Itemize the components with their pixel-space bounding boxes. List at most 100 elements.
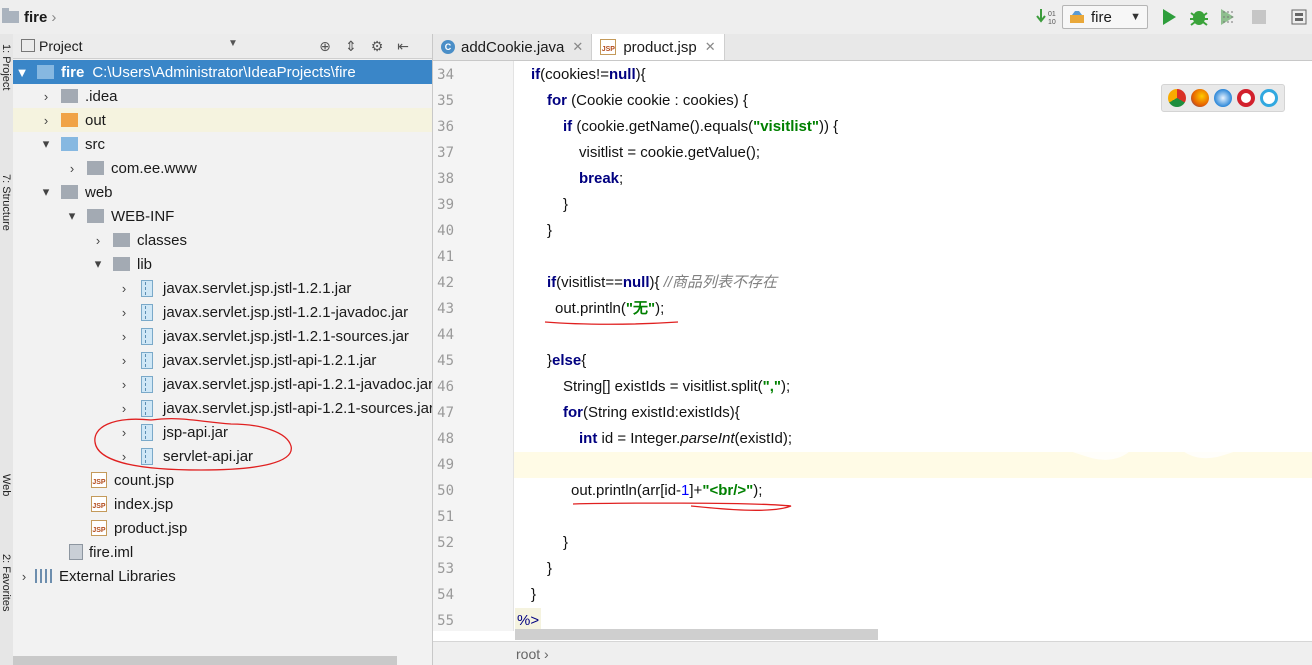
hide-panel-icon[interactable]: ⇤ (393, 37, 413, 55)
chevron-right-icon[interactable]: › (39, 113, 53, 128)
tree-item-product-jsp[interactable]: JSP product.jsp (13, 516, 432, 540)
package-icon (87, 161, 104, 175)
code-line-48[interactable]: int id = Integer.parseInt(existId); (579, 426, 792, 452)
coverage-icon[interactable] (1216, 4, 1242, 30)
jsp-file-icon: JSP (91, 520, 107, 536)
code-line-40[interactable]: } (547, 218, 552, 244)
chevron-right-icon[interactable]: › (117, 377, 131, 392)
code-editor: C addCookie.java ✕ JSP product.jsp ✕ 34 … (433, 34, 1312, 665)
svg-text:01: 01 (1048, 11, 1056, 18)
code-token: ); (655, 300, 665, 317)
chevron-right-icon[interactable]: › (117, 329, 131, 344)
chevron-down-icon[interactable]: ▾ (65, 208, 79, 224)
jsp-file-icon: JSP (91, 496, 107, 512)
chevron-down-icon[interactable]: ▾ (39, 136, 53, 152)
web-tool-tab[interactable]: Web (0, 474, 12, 496)
chevron-right-icon[interactable]: › (91, 233, 105, 248)
code-line-38[interactable]: break; (579, 166, 623, 192)
code-line-36[interactable]: if (cookie.getName().equals("visitlist")… (563, 114, 838, 140)
code-token: //商品列表不存在 (663, 274, 778, 291)
line-number: 46 (437, 379, 454, 395)
tree-item-out[interactable]: › out (13, 108, 432, 132)
code-line-46[interactable]: String[] existIds = visitlist.split(",")… (563, 374, 790, 400)
editor-horizontal-scrollbar[interactable] (515, 629, 878, 640)
settings-gear-icon[interactable]: ⚙ (367, 37, 387, 55)
code-token: "<br/>" (702, 482, 754, 499)
run-icon[interactable] (1156, 4, 1182, 30)
code-line-47[interactable]: for(String existId:existIds){ (563, 400, 740, 426)
code-token: { (581, 352, 587, 369)
code-line-52[interactable]: } (563, 530, 568, 556)
tree-item-label: fire (61, 63, 85, 81)
project-tool-tab[interactable]: 1: Project (0, 44, 12, 90)
tree-item-label: External Libraries (59, 567, 176, 585)
chrome-icon[interactable] (1168, 89, 1187, 107)
breadcrumb-root[interactable]: root › (516, 646, 549, 662)
code-line-53[interactable]: } (547, 556, 552, 582)
tree-item-jar[interactable]: › javax.servlet.jsp.jstl-api-1.2.1-javad… (13, 372, 432, 396)
scroll-from-source-icon[interactable]: ⊕ (315, 37, 335, 55)
run-configuration-select[interactable]: fire ▼ (1062, 5, 1148, 29)
firefox-icon[interactable] (1191, 89, 1210, 107)
structure-tool-tab[interactable]: 7: Structure (0, 174, 12, 231)
favorites-tool-tab[interactable]: 2: Favorites (0, 554, 12, 611)
tree-item-jar[interactable]: › javax.servlet.jsp.jstl-1.2.1-javadoc.j… (13, 300, 432, 324)
tree-item-jar[interactable]: › javax.servlet.jsp.jstl-1.2.1.jar (13, 276, 432, 300)
chevron-down-icon[interactable]: ▼ (15, 65, 29, 80)
stop-icon[interactable] (1246, 4, 1272, 30)
tree-item-label: classes (137, 231, 188, 249)
code-line-37[interactable]: visitlist = cookie.getValue(); (579, 140, 760, 166)
code-line-34[interactable]: if(cookies!=null){ (531, 62, 646, 88)
code-line-42[interactable]: if(visitlist==null){ //商品列表不存在 (547, 270, 777, 296)
close-icon[interactable]: ✕ (705, 39, 716, 55)
chevron-right-icon[interactable]: › (117, 281, 131, 296)
project-name[interactable]: fire (24, 9, 47, 26)
chevron-right-icon[interactable]: › (117, 305, 131, 320)
tree-item-fire-root[interactable]: ▼ fire C:\Users\Administrator\IdeaProjec… (13, 60, 432, 84)
build-project-icon[interactable]: 01 10 (1034, 4, 1060, 30)
code-token: String[] existIds = visitlist.split( (563, 378, 763, 395)
code-token: } (531, 586, 537, 603)
chevron-right-icon[interactable]: › (65, 161, 79, 176)
opera-icon[interactable] (1236, 89, 1255, 107)
debug-icon[interactable] (1186, 4, 1212, 30)
tab-addcookie-java[interactable]: C addCookie.java ✕ (433, 34, 593, 60)
tree-item-web[interactable]: ▾ web (13, 180, 432, 204)
chevron-down-icon[interactable]: ▾ (91, 256, 105, 272)
tree-item-lib[interactable]: ▾ lib (13, 252, 432, 276)
module-file-icon (69, 544, 83, 560)
tree-item-src[interactable]: ▾ src (13, 132, 432, 156)
collapse-all-icon[interactable]: ⇕ (341, 37, 361, 55)
safari-icon[interactable] (1213, 89, 1232, 107)
tree-item-package[interactable]: › com.ee.www (13, 156, 432, 180)
chevron-right-icon[interactable]: › (17, 569, 31, 584)
tree-item-idea[interactable]: › .idea (13, 84, 432, 108)
code-line-39[interactable]: } (563, 192, 568, 218)
tab-product-jsp[interactable]: JSP product.jsp ✕ (592, 34, 725, 60)
code-line-54[interactable]: } (531, 582, 536, 608)
code-line-35[interactable]: for (Cookie cookie : cookies) { (547, 88, 748, 114)
chevron-right-icon[interactable]: › (117, 353, 131, 368)
tree-item-classes[interactable]: › classes (13, 228, 432, 252)
tree-item-web-inf[interactable]: ▾ WEB-INF (13, 204, 432, 228)
project-panel-title[interactable]: Project (39, 38, 83, 54)
horizontal-scrollbar[interactable] (13, 656, 397, 665)
close-icon[interactable]: ✕ (572, 39, 583, 55)
tree-item-jar[interactable]: › javax.servlet.jsp.jstl-1.2.1-sources.j… (13, 324, 432, 348)
line-number: 43 (437, 301, 454, 317)
tree-item-jar[interactable]: › javax.servlet.jsp.jstl-api-1.2.1.jar (13, 348, 432, 372)
tree-item-external-libraries[interactable]: › External Libraries (13, 564, 432, 588)
internet-explorer-icon[interactable] (1259, 89, 1278, 107)
tree-item-label: product.jsp (114, 519, 188, 537)
chevron-right-icon[interactable]: › (39, 89, 53, 104)
code-token: if (531, 66, 541, 83)
annotation-underline (572, 502, 792, 511)
code-token: "无" (625, 300, 656, 317)
navigation-breadcrumb[interactable]: fire › (2, 6, 56, 28)
tree-item-fire-iml[interactable]: fire.iml (13, 540, 432, 564)
chevron-down-icon[interactable]: ▾ (39, 184, 53, 200)
code-line-45[interactable]: }else{ (547, 348, 586, 374)
project-structure-icon[interactable] (1286, 4, 1312, 30)
view-mode-dropdown-icon[interactable]: ▼ (228, 38, 238, 49)
tree-item-index-jsp[interactable]: JSP index.jsp (13, 492, 432, 516)
